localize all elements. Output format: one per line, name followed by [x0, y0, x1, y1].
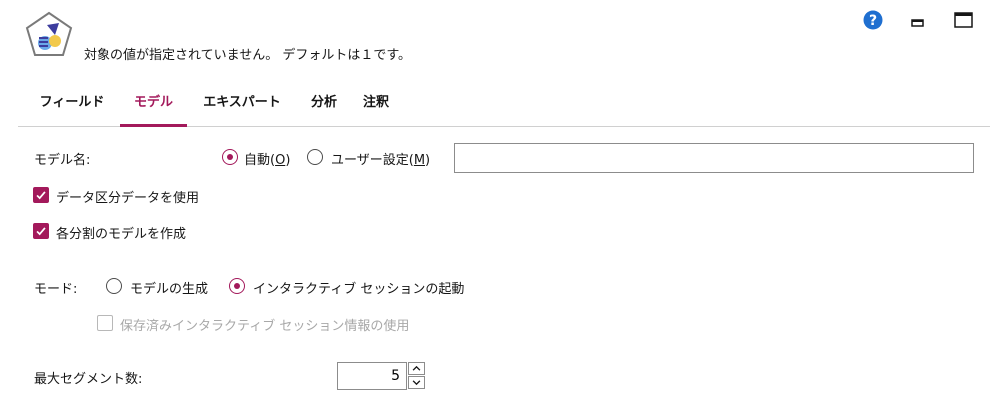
tab-analysis[interactable]: 分析 [309, 94, 339, 124]
max-segments-input[interactable] [337, 362, 407, 390]
tab-fields[interactable]: フィールド [36, 94, 108, 124]
node-icon [25, 11, 73, 56]
spin-down-icon[interactable] [408, 376, 425, 389]
max-segments-label: 最大セグメント数: [34, 372, 143, 387]
minimize-icon[interactable] [908, 10, 928, 30]
build-per-split-checkbox[interactable] [33, 223, 49, 239]
mode-generate-model-label[interactable]: モデルの生成 [130, 278, 208, 297]
model-name-input[interactable] [454, 143, 974, 173]
mode-label: モード: [34, 282, 78, 297]
use-partitioned-data-checkbox[interactable] [33, 187, 49, 203]
build-per-split-label[interactable]: 各分割のモデルを作成 [56, 223, 186, 242]
model-name-label: モデル名: [34, 153, 91, 168]
mode-generate-model-radio[interactable] [106, 278, 122, 294]
model-name-custom-radio[interactable] [307, 149, 323, 165]
tab-model[interactable]: モデル [120, 94, 187, 124]
use-saved-session-label: 保存済みインタラクティブ セッション情報の使用 [120, 319, 410, 334]
model-name-auto-label[interactable]: 自動(O) [244, 149, 290, 168]
use-partitioned-data-label[interactable]: データ区分データを使用 [56, 187, 199, 206]
help-icon[interactable]: ? [863, 10, 883, 30]
warning-message: 対象の値が指定されていません。 デフォルトは１です。 [84, 48, 412, 63]
tab-annotations[interactable]: 注釈 [361, 94, 391, 124]
mode-interactive-session-radio[interactable] [229, 278, 245, 294]
active-tab-indicator [120, 124, 187, 127]
svg-text:?: ? [869, 13, 877, 29]
tab-expert[interactable]: エキスパート [199, 94, 285, 124]
model-name-custom-label[interactable]: ユーザー設定(M) [331, 149, 430, 168]
mode-interactive-session-label[interactable]: インタラクティブ セッションの起動 [253, 278, 464, 297]
use-saved-session-checkbox [97, 315, 113, 331]
maximize-icon[interactable] [953, 10, 975, 30]
model-name-auto-radio[interactable] [222, 149, 238, 165]
spin-up-icon[interactable] [408, 362, 425, 375]
